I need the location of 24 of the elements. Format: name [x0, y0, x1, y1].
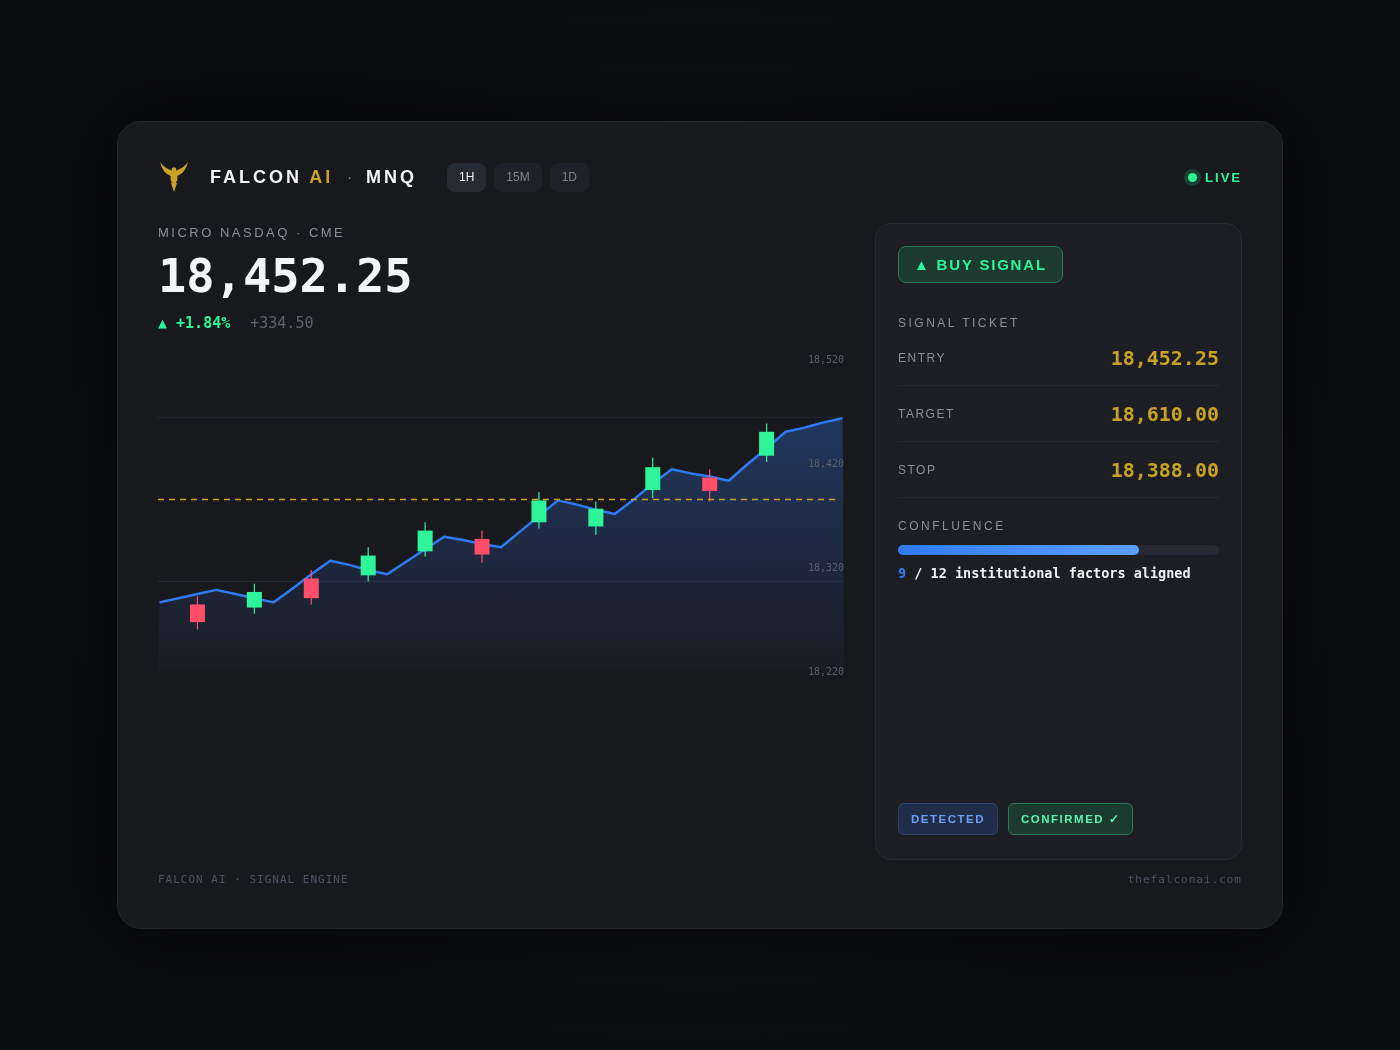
percent-change: ▲ +1.84%: [158, 314, 231, 332]
instrument-name: MICRO NASDAQ · CME: [158, 225, 347, 240]
status-tag: DETECTED: [898, 803, 998, 835]
status-tag: CONFIRMED ✓: [1008, 803, 1134, 835]
live-status: LIVE: [1205, 169, 1242, 185]
y-axis-label: 18,420: [807, 458, 844, 469]
y-axis-label: 18,320: [807, 562, 844, 573]
ticket-value: 18,610.00: [1110, 401, 1219, 426]
brand-name: FALCON AI: [210, 166, 334, 188]
y-axis-label: 18,220: [807, 666, 844, 677]
ticket-value: 18,388.00: [1110, 457, 1219, 482]
ticker-symbol: MNQ: [366, 166, 417, 188]
footer-text: FALCON AI · SIGNAL ENGINE: [158, 873, 349, 886]
ticket-value: 18,452.25: [1110, 345, 1219, 370]
y-axis-label: 18,520: [807, 354, 844, 365]
section-title: SIGNAL TICKET: [898, 316, 1021, 330]
separator-dot: ·: [347, 169, 352, 185]
confluence-summary: 9 / 12 institutional factors aligned: [898, 565, 1192, 581]
ticket-label: TARGET: [898, 406, 955, 421]
section-title: CONFLUENCE: [898, 519, 1007, 533]
ticket-label: ENTRY: [898, 350, 946, 365]
point-change: +334.50: [250, 314, 314, 332]
ticket-label: STOP: [898, 462, 937, 477]
current-price: 18,452.25: [158, 248, 414, 304]
